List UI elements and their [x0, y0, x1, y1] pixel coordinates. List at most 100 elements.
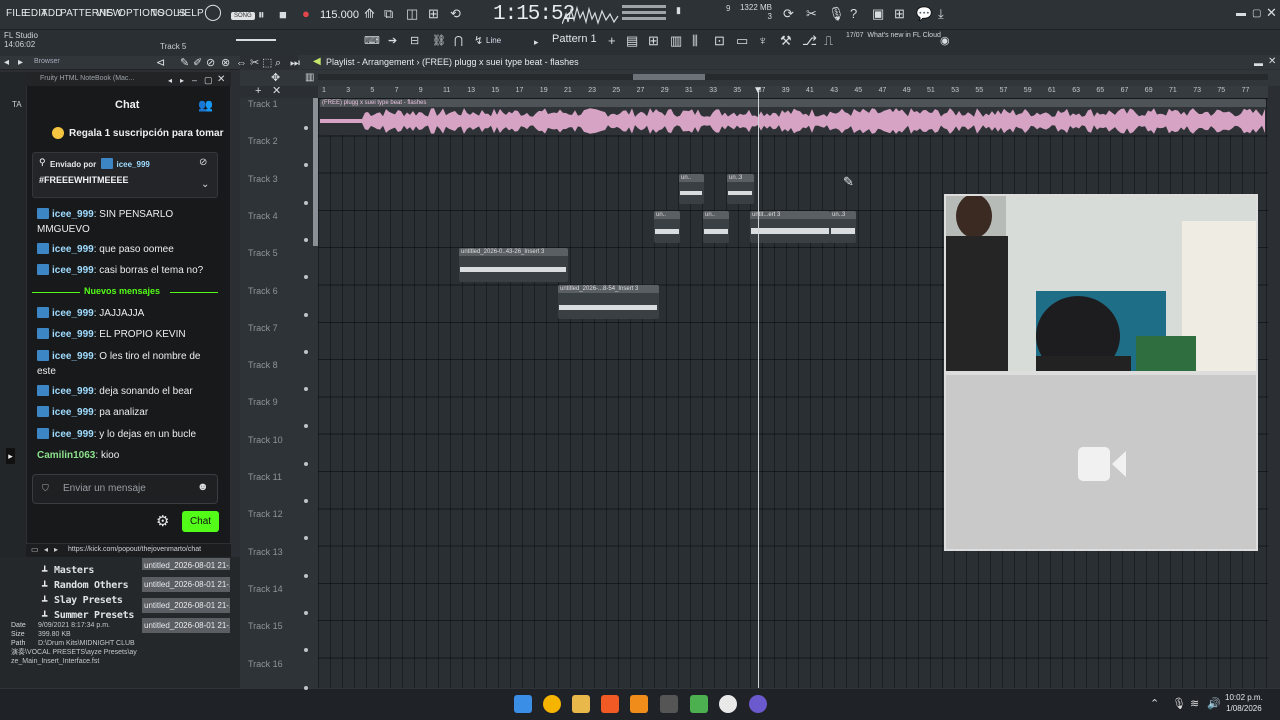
window-max-icon[interactable]: ▢ — [204, 73, 213, 87]
media-icon[interactable] — [719, 695, 737, 713]
browser-folder[interactable]: Slay Presets — [54, 595, 123, 606]
fl-studio-icon[interactable] — [630, 695, 648, 713]
chat-username[interactable]: icee_999 — [52, 329, 94, 340]
track-name[interactable]: Track 3 — [248, 174, 278, 184]
chevron-down-icon[interactable]: ⌄ — [201, 178, 209, 192]
magnet-icon[interactable]: ⋂ — [454, 34, 463, 48]
cloud-icon[interactable]: ◉ — [940, 34, 950, 48]
chat-shield-icon[interactable]: ⛉ — [42, 483, 49, 494]
add-track-icon[interactable]: + — [255, 84, 261, 98]
folder-icon[interactable]: ▭ — [31, 545, 39, 554]
obs-icon[interactable] — [749, 695, 767, 713]
link-icon[interactable]: ⛓ — [432, 34, 446, 48]
track-mute-led[interactable] — [304, 349, 308, 354]
chat-username[interactable]: icee_999 — [52, 386, 94, 397]
back-icon[interactable]: ◂ — [44, 545, 48, 554]
chat-username[interactable]: icee_999 — [52, 209, 94, 220]
cut-icon[interactable]: ✂ — [806, 7, 817, 21]
arrow-right-icon[interactable]: ➔ — [388, 34, 397, 48]
settings-icon[interactable] — [660, 695, 678, 713]
keyboard-icon[interactable]: ⌨ — [364, 34, 380, 48]
track-name[interactable]: Track 15 — [248, 621, 283, 631]
audio-clip[interactable]: un.. — [703, 211, 729, 243]
taskbar-clock[interactable]: 10:02 p.m. 1/08/2026 — [1225, 692, 1263, 714]
track-mute-led[interactable] — [304, 237, 308, 242]
plugin-picker-icon[interactable]: ♆ — [758, 34, 768, 48]
playlist-min-icon[interactable]: ▬ — [1254, 56, 1263, 70]
track-mute-led[interactable] — [304, 200, 308, 205]
audio-clip[interactable]: un.. — [679, 174, 704, 204]
slip-tool-icon[interactable]: ⇔ — [236, 56, 247, 70]
playlist-close-icon[interactable]: ✕ — [1268, 55, 1276, 69]
browser-nav-icon[interactable]: ▸ — [18, 56, 23, 70]
browser-tab-label[interactable]: TA — [12, 100, 22, 109]
remove-track-icon[interactable]: ✕ — [272, 84, 281, 98]
track-name[interactable]: Track 11 — [248, 472, 282, 482]
track-name[interactable]: Track 6 — [248, 286, 278, 296]
snap-icon[interactable]: ⊟ — [410, 34, 419, 48]
window-arrow-right-icon[interactable]: ▸ — [180, 74, 184, 88]
chat-username[interactable]: Camilin1063 — [37, 450, 95, 461]
song-mode-badge[interactable]: SONG — [231, 12, 255, 20]
track-name[interactable]: Track 1 — [248, 99, 278, 109]
piano-roll-icon[interactable]: ▥ — [670, 34, 682, 48]
audio-clip[interactable]: un..3 — [727, 174, 754, 204]
browser-folder[interactable]: Random Others — [54, 580, 129, 591]
slice-tool-icon[interactable]: ✂ — [250, 56, 259, 70]
brave-icon[interactable] — [601, 695, 619, 713]
track-name[interactable]: Track 4 — [248, 211, 278, 221]
browser-folder[interactable]: Summer Presets — [54, 610, 134, 618]
unpin-icon[interactable]: ⊘ — [199, 156, 207, 170]
track-mute-led[interactable] — [304, 461, 308, 466]
record-icon[interactable]: ● — [302, 7, 310, 21]
track-mute-led[interactable] — [304, 499, 308, 503]
news-panel[interactable]: 17/07 What's new in FL Cloud — [846, 31, 941, 40]
stop-icon[interactable]: ■ — [279, 8, 287, 22]
zoom-tool-icon[interactable]: ⌕ — [275, 56, 281, 70]
download-icon[interactable]: ⤓ — [938, 7, 944, 21]
tempo-display[interactable]: 115.000 — [320, 9, 359, 21]
audio-clip[interactable]: untitled_2026-0..43-26_Insert 3 — [459, 248, 568, 282]
add-pattern-icon[interactable]: + — [608, 34, 616, 48]
track-name[interactable]: Track 10 — [248, 435, 283, 445]
news-text[interactable]: What's new in FL Cloud — [867, 32, 940, 39]
chat-username[interactable]: icee_999 — [52, 308, 94, 319]
playlist-icon[interactable]: ▤ — [626, 34, 638, 48]
chat-send-button[interactable]: Chat — [182, 511, 219, 532]
track-name[interactable]: Track 13 — [248, 547, 283, 557]
select-tool-icon[interactable]: ⬚ — [262, 56, 272, 70]
pinned-user[interactable]: icee_999 — [116, 160, 149, 169]
refresh-icon[interactable]: ⟳ — [783, 7, 794, 21]
file-explorer-icon[interactable] — [572, 695, 590, 713]
audio-clip[interactable]: untit...ert 3 — [750, 211, 830, 243]
track-mute-led[interactable] — [304, 126, 308, 130]
track-mute-led[interactable] — [304, 685, 308, 690]
close-icon[interactable]: ✕ — [1266, 6, 1277, 20]
move-icon[interactable]: ✥ — [271, 71, 280, 85]
snap-mode-label[interactable]: Line — [486, 36, 501, 45]
hint-slider[interactable] — [236, 39, 276, 41]
typing-keyboard-icon[interactable]: ⎇ — [802, 34, 817, 48]
track-name[interactable]: Track 9 — [248, 397, 278, 407]
touch-controller-icon[interactable]: ⎍ — [824, 34, 833, 48]
chat-username[interactable]: icee_999 — [52, 244, 94, 255]
browser-folder[interactable]: Masters — [54, 565, 94, 576]
track-mute-led[interactable] — [304, 610, 308, 615]
chat-icon[interactable]: 💬 — [916, 7, 932, 21]
subscription-banner[interactable]: Regala 1 suscripción para tomar — [69, 128, 224, 139]
channel-rack-icon[interactable]: ⊞ — [648, 34, 659, 48]
file-icon[interactable]: ▭ — [736, 34, 748, 48]
forward-icon[interactable]: ▸ — [54, 545, 58, 554]
step-icon[interactable]: ◫ — [406, 7, 418, 21]
pattern-list-item[interactable]: untitled_2026-08-01 21-... — [142, 598, 230, 613]
pattern-list-item[interactable]: untitled_2026-08-01 21-... — [142, 577, 230, 592]
pattern-list-item[interactable]: untitled_2026-08-01 21-... — [142, 618, 230, 633]
audio-clip[interactable]: untitled_2026-...8-54_Insert 3 — [558, 285, 659, 319]
audio-clip[interactable]: (FREE) plugg x suei type beat - flashes — [320, 99, 1266, 135]
window-arrow-left-icon[interactable]: ◂ — [168, 74, 172, 88]
users-icon[interactable]: 👥 — [198, 98, 213, 112]
collapse-toggle[interactable]: ▸ — [6, 448, 15, 464]
gear-icon[interactable]: ⚙ — [156, 512, 169, 530]
plugin-icon[interactable]: ⊞ — [894, 7, 905, 21]
menu-help[interactable]: HELP — [177, 8, 204, 19]
